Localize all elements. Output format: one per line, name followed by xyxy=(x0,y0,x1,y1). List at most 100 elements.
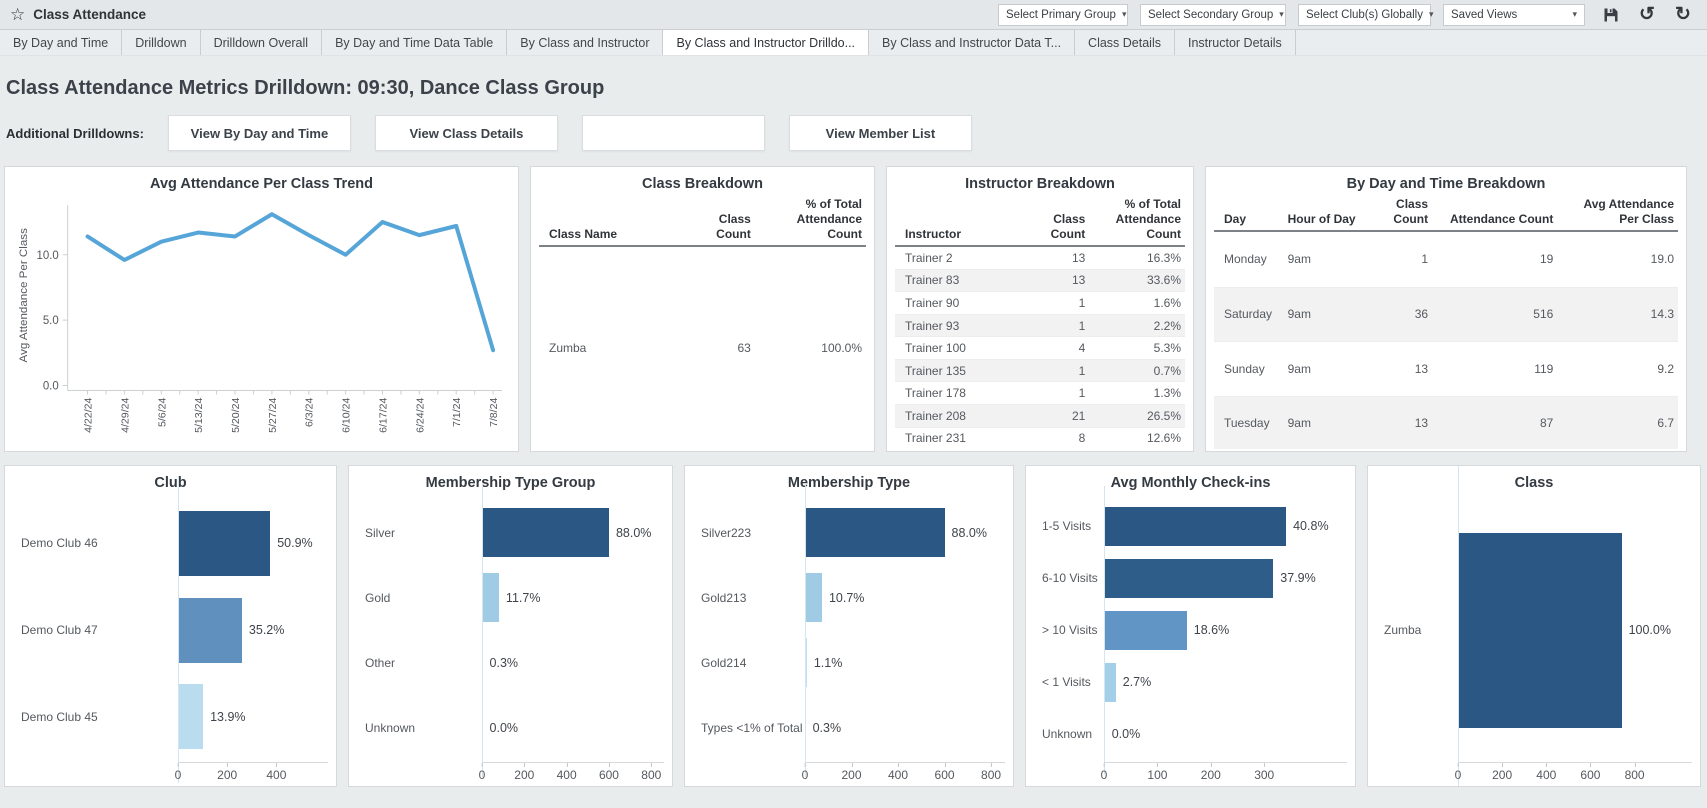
bar[interactable] xyxy=(1104,662,1116,702)
axis-label: 0.0 xyxy=(43,380,59,392)
panel-title: Avg Monthly Check-ins xyxy=(1110,475,1271,491)
table-row[interactable]: Trainer 100 4 5.3% xyxy=(895,336,1185,360)
table-row[interactable]: Trainer 135 1 0.7% xyxy=(895,359,1185,383)
view-member-list-button[interactable]: View Member List xyxy=(788,115,972,151)
table-row[interactable]: Trainer 2 13 16.3% xyxy=(895,246,1185,270)
bar-track: 88.0% xyxy=(805,483,1005,582)
column-header[interactable]: Class Count xyxy=(1025,197,1090,247)
bar-track: 1.1% xyxy=(805,613,1005,712)
table-row[interactable]: Trainer 90 1 1.6% xyxy=(895,291,1185,315)
select-clubs-globally-label: Select Club(s) Globally xyxy=(1306,8,1423,21)
additional-drilldowns-row: Additional Drilldowns: View By Day and T… xyxy=(0,115,1707,166)
table-row[interactable]: Trainer 178 1 1.3% xyxy=(895,381,1185,405)
panel-title: Avg Attendance Per Class Trend xyxy=(150,176,373,192)
view-by-day-and-time-button[interactable]: View By Day and Time xyxy=(167,115,351,151)
bar[interactable] xyxy=(1104,558,1274,598)
table-row[interactable]: Sunday 9am 13 119 9.2 xyxy=(1214,341,1678,397)
panel-row-2: Club Demo Club 46 50.9% Demo Club 47 35.2% D… xyxy=(0,465,1707,787)
bar-value-label: 0.3% xyxy=(489,655,519,670)
bar-track: 18.6% xyxy=(1104,590,1347,670)
bar-row: Gold 11.7% xyxy=(357,548,664,647)
table-row[interactable]: Monday 9am 1 19 19.0 xyxy=(1214,231,1678,288)
tab-drilldown-overall[interactable]: Drilldown Overall xyxy=(201,30,323,55)
class_breakdown-table: Class Name Class Count% of Total Attendan… xyxy=(539,197,866,449)
tab-by-class-and-instructor-data-t[interactable]: By Class and Instructor Data T... xyxy=(869,30,1076,55)
x-axis: 0 200 400 600 800 xyxy=(802,762,1005,784)
bar-track: 35.2% xyxy=(178,564,328,696)
panel-day-time-breakdown: By Day and Time Breakdown Day Hour of Day… xyxy=(1205,166,1687,452)
view-class-details-button[interactable]: View Class Details xyxy=(374,115,558,151)
column-header[interactable]: % of Total Attendance Count xyxy=(1089,197,1185,247)
bar-value-label: 50.9% xyxy=(277,536,313,551)
undo-icon[interactable]: ↺ xyxy=(1633,3,1661,27)
bar[interactable] xyxy=(482,703,483,752)
table-row[interactable]: Saturday 9am 36 516 14.3 xyxy=(1214,287,1678,343)
x-axis-tick: 400 xyxy=(888,763,908,782)
x-axis-tick: 200 xyxy=(514,763,534,782)
panel-title: Class Breakdown xyxy=(642,176,763,192)
panel-instructor-breakdown: Instructor Breakdown Instructor Class Cou… xyxy=(886,166,1194,452)
bar-track: 0.3% xyxy=(482,613,664,712)
x-axis-tick: 400 xyxy=(266,763,286,782)
table-row[interactable]: Tuesday 9am 13 87 6.7 xyxy=(1214,396,1678,449)
bar[interactable] xyxy=(1104,506,1287,546)
favorite-star-icon[interactable]: ☆ xyxy=(10,6,25,23)
tab-instructor-details[interactable]: Instructor Details xyxy=(1175,30,1296,55)
bar[interactable] xyxy=(1458,532,1622,728)
tab-by-day-and-time-data-table[interactable]: By Day and Time Data Table xyxy=(322,30,508,55)
x-axis-tick: 0 xyxy=(175,763,181,782)
table-row[interactable]: Trainer 93 1 2.2% xyxy=(895,314,1185,338)
column-header[interactable]: Avg Attendance Per Class xyxy=(1557,197,1678,232)
club-bar-chart: Demo Club 46 50.9% Demo Club 47 35.2% Demo C… xyxy=(5,477,336,786)
bar-value-label: 88.0% xyxy=(951,525,987,540)
tab-class-details[interactable]: Class Details xyxy=(1075,30,1175,55)
bar[interactable] xyxy=(1104,714,1105,754)
column-header[interactable]: Class Count xyxy=(682,197,755,247)
saved-views-select[interactable]: Saved Views ▾ xyxy=(1443,3,1585,26)
bar-category-label: 1-5 Visits xyxy=(1042,519,1092,533)
column-header[interactable]: Hour of Day xyxy=(1283,197,1372,232)
select-primary-group[interactable]: Select Primary Group ▾ xyxy=(998,3,1128,26)
axis-label: 4/22/24 xyxy=(83,397,95,432)
trend-line[interactable] xyxy=(85,212,496,353)
bar[interactable] xyxy=(805,703,806,752)
table-row[interactable]: Trainer 208 21 26.5% xyxy=(895,404,1185,428)
bar-value-label: 0.0% xyxy=(489,720,519,735)
save-icon[interactable] xyxy=(1597,3,1625,27)
empty-drilldown-button[interactable] xyxy=(581,115,765,151)
column-header[interactable]: % of Total Attendance Count xyxy=(754,197,866,247)
bar-row: Unknown 0.0% xyxy=(357,678,664,777)
bar-track: 0.0% xyxy=(1104,694,1347,774)
bar[interactable] xyxy=(1104,610,1187,650)
tab-drilldown[interactable]: Drilldown xyxy=(122,30,201,55)
bar[interactable] xyxy=(482,573,499,622)
select-secondary-group[interactable]: Select Secondary Group ▾ xyxy=(1140,3,1286,26)
instructor-breakdown-table: Instructor Class Count% of Total Attendan… xyxy=(887,193,1193,451)
caret-down-icon: ▾ xyxy=(1121,9,1127,19)
bar[interactable] xyxy=(805,508,945,557)
bar[interactable] xyxy=(178,684,204,750)
bar-value-label: 1.1% xyxy=(813,655,843,670)
column-header[interactable]: Class Count xyxy=(1371,197,1433,232)
bar-category-label: 6-10 Visits xyxy=(1042,571,1098,585)
bar-row: Gold214 1.1% xyxy=(693,613,1005,712)
table-row[interactable]: Zumba 63 100.0% xyxy=(539,246,866,449)
bar[interactable] xyxy=(482,508,609,557)
tab-by-day-and-time[interactable]: By Day and Time xyxy=(0,30,123,55)
bar-category-label: Demo Club 45 xyxy=(21,709,98,724)
column-header[interactable]: Attendance Count xyxy=(1432,197,1558,232)
axis-label: 10.0 xyxy=(36,250,58,262)
bar[interactable] xyxy=(178,597,242,663)
table-row[interactable]: Trainer 231 8 12.6% xyxy=(895,427,1185,449)
panel-membership-type-group: Membership Type Group Silver 88.0% Gold 11.… xyxy=(348,465,673,787)
refresh-icon[interactable]: ↻ xyxy=(1669,3,1697,27)
tab-by-class-and-instructor-drilldo[interactable]: By Class and Instructor Drilldo... xyxy=(663,30,870,55)
table-row[interactable]: Trainer 83 13 33.6% xyxy=(895,269,1185,293)
bar[interactable] xyxy=(805,573,822,622)
column-header[interactable]: Instructor xyxy=(895,197,1026,247)
tab-by-class-and-instructor[interactable]: By Class and Instructor xyxy=(507,30,664,55)
column-header[interactable]: Class Name xyxy=(539,197,683,247)
bar[interactable] xyxy=(178,510,271,576)
select-clubs-globally[interactable]: Select Club(s) Globally ▾ xyxy=(1298,3,1434,26)
column-header[interactable]: Day xyxy=(1214,197,1284,232)
